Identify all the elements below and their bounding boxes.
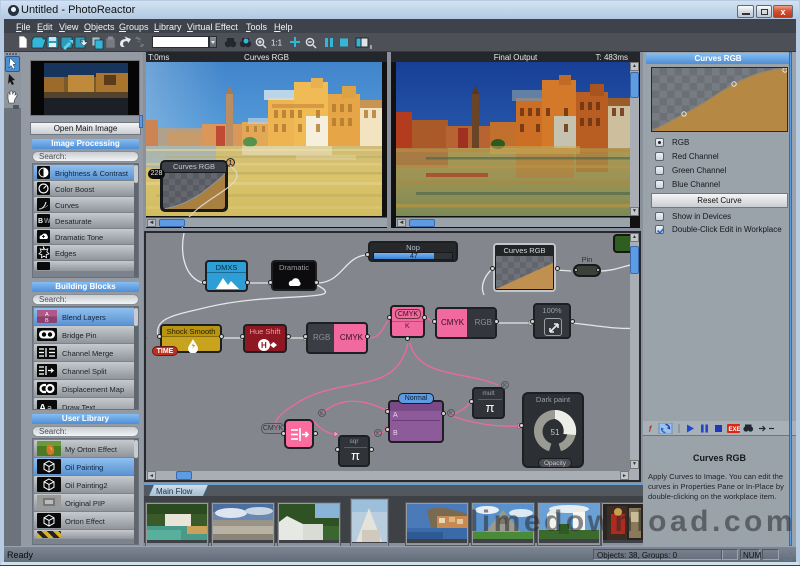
svg-text:H: H	[261, 341, 267, 350]
svg-text:EXE: EXE	[729, 427, 741, 433]
svg-text:𝑓: 𝑓	[649, 425, 653, 434]
svg-text:A: A	[39, 403, 46, 410]
svg-text:1:1: 1:1	[271, 39, 283, 48]
svg-text:51: 51	[551, 428, 560, 437]
svg-text:B: B	[45, 318, 49, 323]
svg-text:a: a	[47, 403, 52, 410]
svg-text:W: W	[44, 218, 50, 225]
svg-text:B: B	[38, 218, 43, 225]
